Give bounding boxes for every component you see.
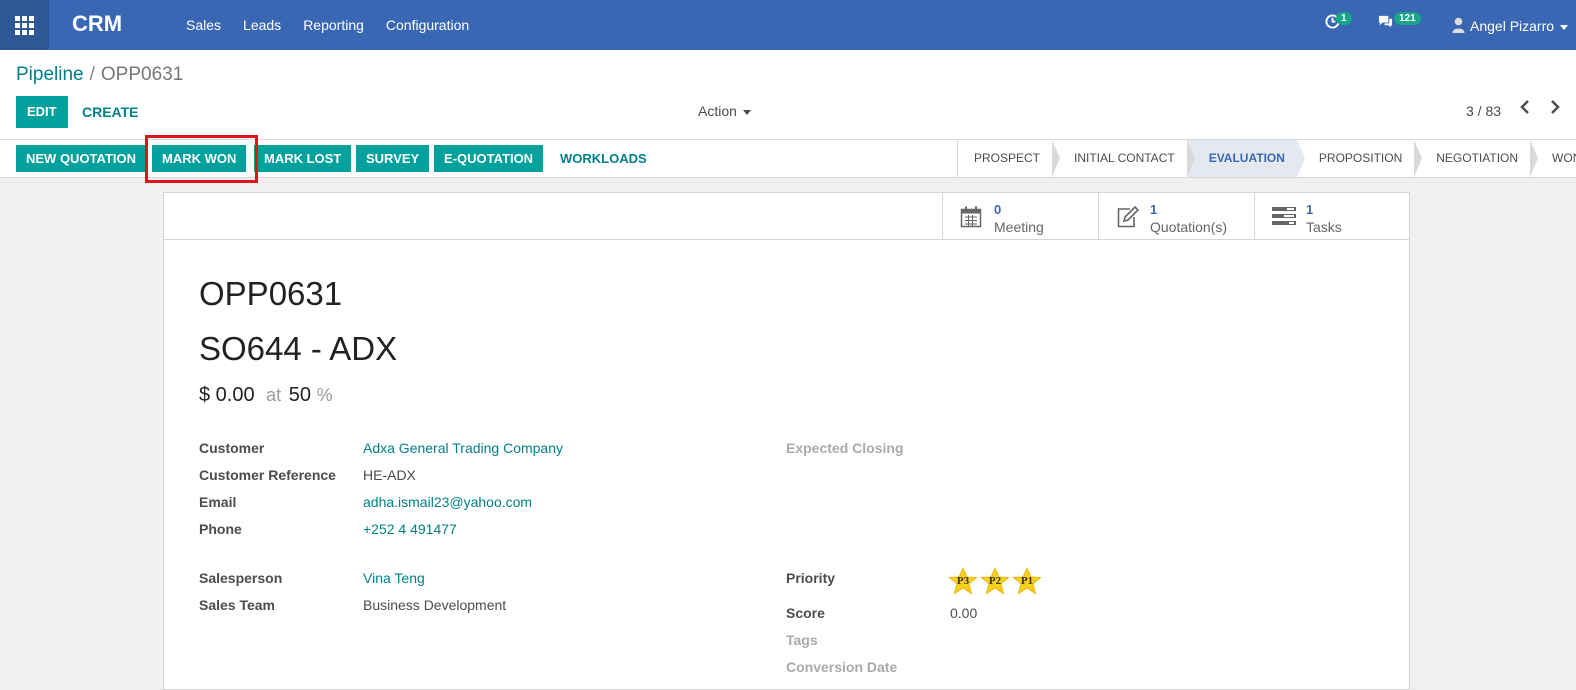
stage-initial-contact[interactable]: INITIAL CONTACT: [1052, 140, 1195, 177]
priority-star-p1[interactable]: P1: [1012, 567, 1042, 595]
priority-star-p2-label: P2: [988, 575, 1002, 587]
app-menu-icon[interactable]: [0, 0, 49, 50]
priority-label: Priority: [786, 570, 836, 586]
workloads-button[interactable]: WORKLOADS: [560, 151, 647, 166]
pager-value[interactable]: 3 / 83: [1466, 103, 1501, 119]
expected-closing-label: Expected Closing: [786, 440, 904, 456]
action-dropdown[interactable]: Action: [698, 103, 751, 119]
stage-evaluation[interactable]: EVALUATION: [1186, 140, 1306, 177]
tasks-icon: [1272, 206, 1296, 232]
mark-lost-button[interactable]: MARK LOST: [254, 145, 352, 172]
action-caret-icon: [742, 109, 751, 115]
user-avatar-icon: [1452, 17, 1465, 33]
opportunity-name: OPP0631: [199, 275, 343, 312]
breadcrumb-pipeline-link[interactable]: Pipeline: [16, 64, 84, 85]
customer-label: Customer: [199, 440, 265, 456]
calendar-icon: [960, 206, 982, 234]
messages-chat-icon[interactable]: 121: [1377, 12, 1421, 33]
activity-clock-icon[interactable]: 1: [1325, 12, 1352, 33]
at-label: at: [266, 385, 282, 405]
action-label: Action: [698, 103, 737, 119]
quotations-count: 1: [1150, 202, 1158, 217]
e-quotation-button[interactable]: E-QUOTATION: [434, 145, 544, 172]
customer-reference-value: HE-ADX: [363, 467, 416, 483]
menu-item-reporting[interactable]: Reporting: [303, 17, 364, 33]
stage-negotiation[interactable]: NEGOTIATION: [1414, 140, 1538, 177]
user-name: Angel Pizarro: [1470, 18, 1555, 34]
salesperson-value[interactable]: Vina Teng: [363, 570, 425, 586]
customer-value[interactable]: Adxa General Trading Company: [363, 440, 563, 456]
opportunity-subject: SO644 - ADX: [199, 330, 398, 367]
email-label: Email: [199, 494, 237, 510]
edit-button[interactable]: EDIT: [16, 96, 68, 128]
app-name[interactable]: CRM: [72, 11, 122, 37]
priority-star-p1-label: P1: [1020, 575, 1034, 587]
tasks-count: 1: [1306, 202, 1314, 217]
menu-item-configuration[interactable]: Configuration: [386, 17, 469, 33]
phone-value[interactable]: +252 4 491477: [363, 521, 457, 537]
top-navbar: CRM Sales Leads Reporting Configuration …: [0, 0, 1576, 50]
user-caret-icon: [1560, 24, 1569, 30]
probability-value: 50: [288, 384, 311, 406]
messages-count-badge: 121: [1394, 12, 1421, 25]
expected-revenue: $ 0.00 at 50 %: [199, 384, 333, 407]
priority-stars: P3 P2 P1: [948, 567, 1044, 595]
mark-won-highlight-box: [145, 135, 258, 183]
priority-star-p3[interactable]: P3: [948, 567, 978, 595]
survey-button[interactable]: SURVEY: [356, 145, 430, 172]
tags-label: Tags: [786, 632, 818, 648]
meeting-smart-button[interactable]: 0 Meeting: [942, 193, 1098, 239]
phone-label: Phone: [199, 521, 242, 537]
revenue-amount: $ 0.00: [199, 384, 255, 406]
score-value: 0.00: [950, 605, 978, 621]
stage-pipeline: PROSPECT INITIAL CONTACT EVALUATION PROP…: [957, 140, 1576, 177]
meeting-label: Meeting: [994, 219, 1044, 235]
sales-team-value: Business Development: [363, 597, 507, 613]
new-quotation-button[interactable]: NEW QUOTATION: [16, 145, 147, 172]
email-value[interactable]: adha.ismail23@yahoo.com: [363, 494, 532, 510]
priority-star-p3-label: P3: [956, 575, 970, 587]
user-menu[interactable]: Angel Pizarro: [1452, 17, 1569, 34]
quotations-label: Quotation(s): [1150, 219, 1228, 235]
edit-icon: [1116, 205, 1140, 234]
control-panel: Pipeline / OPP0631 EDIT CREATE Action 3 / …: [0, 50, 1576, 140]
conversion-date-label: Conversion Date: [786, 659, 898, 675]
quotations-smart-button[interactable]: 1 Quotation(s): [1098, 193, 1254, 239]
sales-team-label: Sales Team: [199, 597, 276, 613]
menu-item-leads[interactable]: Leads: [243, 17, 281, 33]
breadcrumb: Pipeline / OPP0631: [16, 64, 183, 86]
main-menu: Sales Leads Reporting Configuration: [186, 17, 491, 33]
smart-button-box: 0 Meeting 1 Quotation(s) 1 Tasks: [164, 193, 1409, 240]
pager-previous-icon[interactable]: [1519, 100, 1531, 119]
form-sheet: 0 Meeting 1 Quotation(s) 1 Tasks OPP0631…: [163, 192, 1410, 690]
customer-reference-label: Customer Reference: [199, 467, 336, 483]
create-button[interactable]: CREATE: [82, 104, 139, 120]
tasks-label: Tasks: [1306, 219, 1342, 235]
meeting-count: 0: [994, 202, 1002, 217]
menu-item-sales[interactable]: Sales: [186, 17, 221, 33]
stage-prospect[interactable]: PROSPECT: [958, 140, 1061, 177]
tasks-smart-button[interactable]: 1 Tasks: [1254, 193, 1410, 239]
priority-star-p2[interactable]: P2: [980, 567, 1010, 595]
salesperson-label: Salesperson: [199, 570, 283, 586]
breadcrumb-current: OPP0631: [100, 64, 184, 85]
stage-proposition[interactable]: PROPOSITION: [1297, 140, 1423, 177]
percent-sign: %: [316, 385, 333, 405]
breadcrumb-separator: /: [89, 64, 95, 85]
pager-next-icon[interactable]: [1549, 100, 1561, 119]
activity-count-badge: 1: [1336, 12, 1352, 25]
score-label: Score: [786, 605, 825, 621]
